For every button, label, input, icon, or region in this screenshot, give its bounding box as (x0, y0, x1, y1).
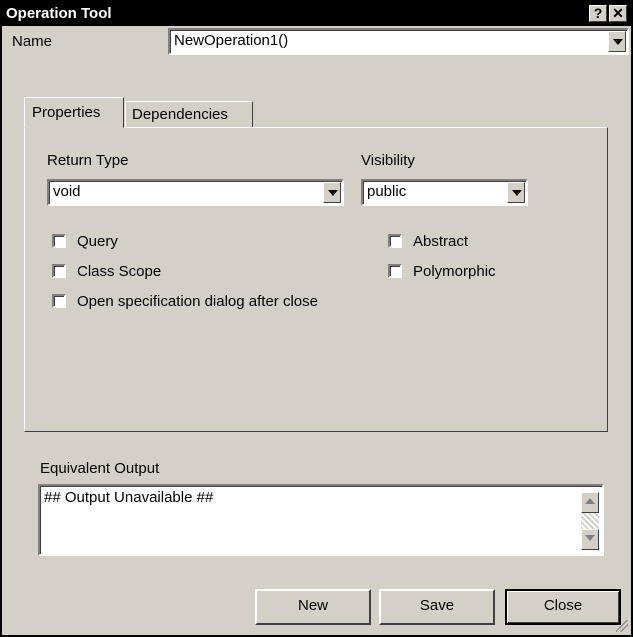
chevron-down-icon (328, 190, 338, 196)
tab-dependencies-label: Dependencies (132, 106, 228, 123)
visibility-select[interactable]: public (361, 179, 528, 206)
query-checkbox[interactable] (52, 234, 66, 248)
abstract-label: Abstract (413, 233, 469, 250)
return-type-select[interactable]: void (47, 179, 344, 206)
name-combobox[interactable]: NewOperation1() (168, 28, 629, 55)
visibility-dropdown-button[interactable] (507, 182, 525, 203)
new-button[interactable]: New (255, 589, 371, 625)
tab-properties-label: Properties (32, 104, 101, 121)
class-scope-label: Class Scope (77, 263, 162, 280)
query-label: Query (77, 233, 118, 250)
class-scope-checkbox[interactable] (52, 264, 66, 278)
visibility-label: Visibility (361, 152, 415, 169)
close-button[interactable]: Close (505, 589, 621, 625)
help-button[interactable]: ? (589, 5, 607, 22)
equivalent-output-label: Equivalent Output (40, 460, 160, 477)
open-specification-label: Open specification dialog after close (77, 293, 318, 310)
name-label: Name (12, 33, 53, 50)
return-type-dropdown-button[interactable] (323, 182, 341, 203)
return-type-value: void (53, 183, 81, 200)
chevron-down-icon (512, 190, 522, 196)
tab-dependencies[interactable]: Dependencies (125, 101, 253, 127)
operation-tool-dialog: Operation Tool ? ✕ Name NewOperation1() … (0, 0, 633, 637)
close-window-button[interactable]: ✕ (609, 5, 627, 22)
scrollbar-track[interactable] (581, 513, 599, 529)
visibility-value: public (367, 183, 407, 200)
title-bar: Operation Tool ? ✕ (2, 2, 631, 26)
scroll-down-button[interactable] (581, 529, 599, 550)
scroll-up-button[interactable] (581, 492, 599, 513)
save-button[interactable]: Save (379, 589, 495, 625)
polymorphic-label: Polymorphic (413, 263, 496, 280)
abstract-checkbox[interactable] (388, 234, 402, 248)
tab-properties[interactable]: Properties (24, 97, 124, 128)
equivalent-output-text: ## Output Unavailable ## (44, 489, 214, 506)
window-title: Operation Tool (6, 5, 112, 22)
open-specification-checkbox[interactable] (52, 294, 66, 308)
polymorphic-checkbox[interactable] (388, 264, 402, 278)
return-type-label: Return Type (47, 152, 129, 169)
arrow-up-icon (585, 498, 595, 504)
resize-grip-icon[interactable] (616, 620, 628, 632)
name-dropdown-button[interactable] (608, 31, 626, 52)
chevron-down-icon (613, 39, 623, 45)
name-value: NewOperation1() (174, 32, 289, 49)
arrow-down-icon (585, 535, 595, 541)
equivalent-output-textarea[interactable]: ## Output Unavailable ## (38, 484, 604, 556)
